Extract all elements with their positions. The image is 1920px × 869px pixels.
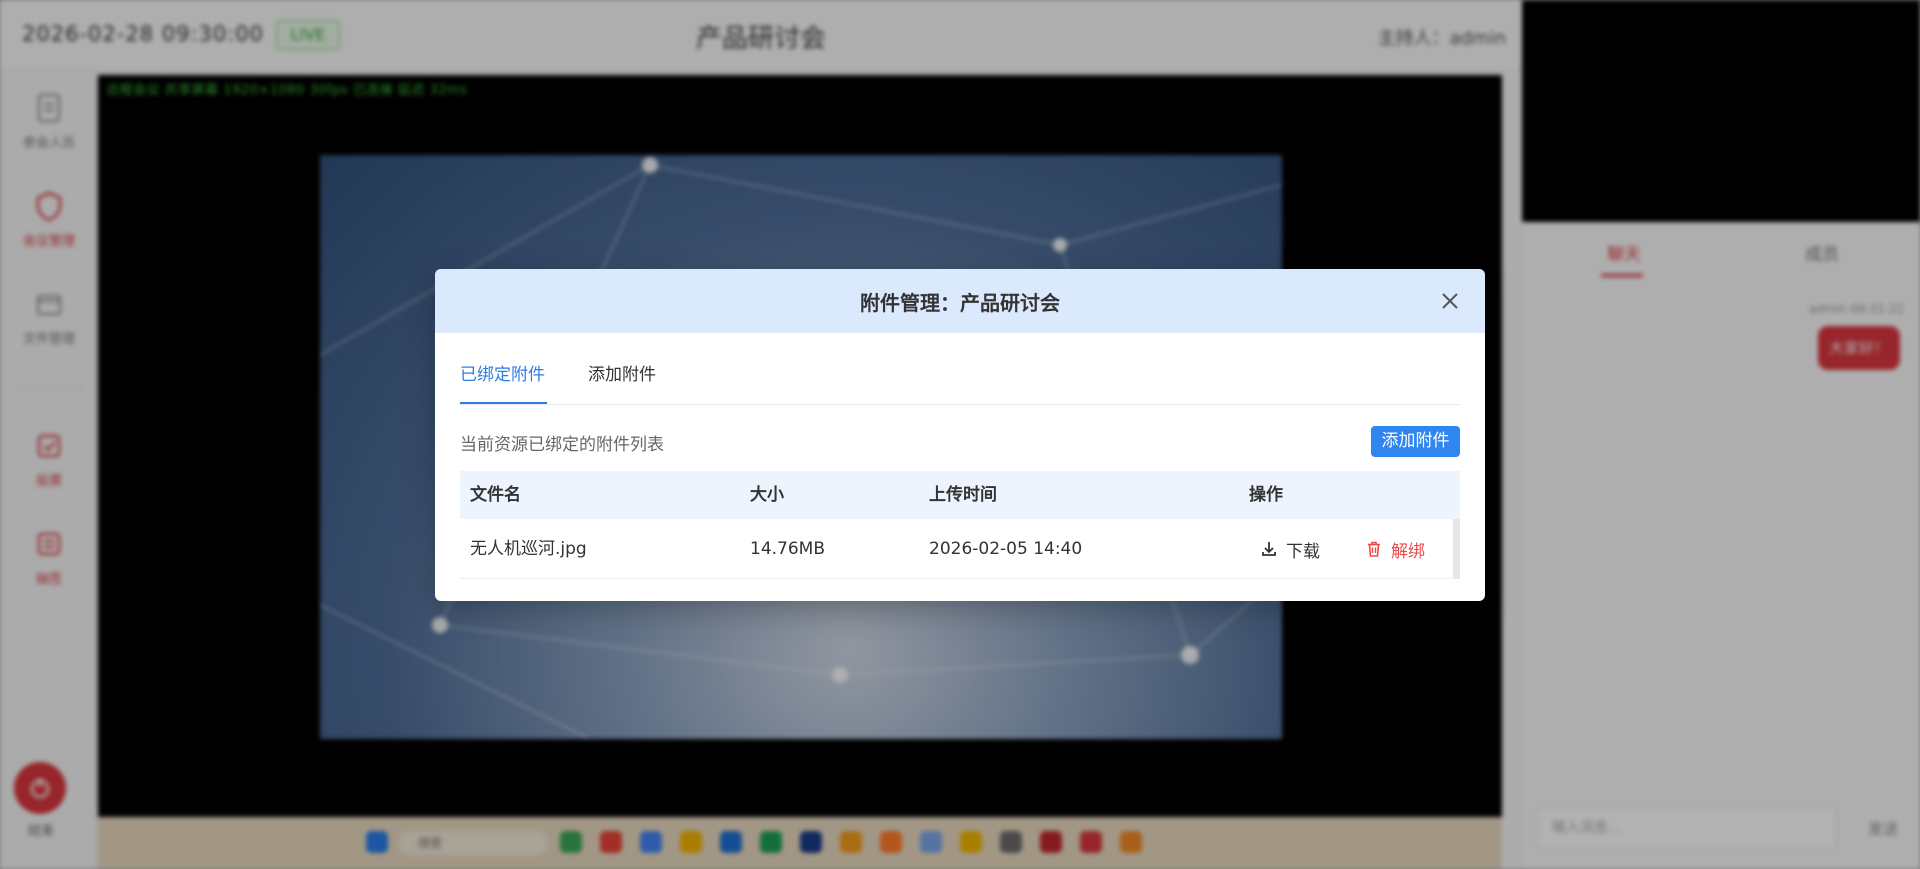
add-attachment-button[interactable]: 添加附件 (1371, 426, 1460, 457)
column-header-size: 大小 (750, 485, 784, 505)
attachment-table: 文件名 大小 上传时间 操作 无人机巡河.jpg 14.76MB 2026-02… (460, 471, 1460, 579)
table-row: 无人机巡河.jpg 14.76MB 2026-02-05 14:40 下载 解绑 (460, 519, 1460, 579)
column-header-upload-time: 上传时间 (929, 485, 997, 505)
attachment-dialog: 附件管理：产品研讨会 已绑定附件 添加附件 当前资源已绑定的附件列表 添加附件 … (435, 269, 1485, 601)
dialog-header: 附件管理：产品研讨会 (435, 269, 1485, 333)
dialog-tabs: 已绑定附件 添加附件 (460, 359, 1460, 405)
cell-size: 14.76MB (750, 539, 825, 559)
download-icon (1262, 542, 1276, 556)
cell-filename: 无人机巡河.jpg (470, 539, 587, 559)
close-button[interactable] (1436, 287, 1464, 315)
column-header-actions: 操作 (1249, 485, 1283, 505)
tab-bound-attachments[interactable]: 已绑定附件 (460, 359, 545, 405)
column-header-filename: 文件名 (470, 485, 521, 505)
trash-icon (1368, 541, 1380, 557)
tab-add-attachment[interactable]: 添加附件 (588, 359, 656, 405)
download-button[interactable]: 下载 (1260, 537, 1320, 562)
unbind-button[interactable]: 解绑 (1365, 537, 1425, 562)
cell-upload-time: 2026-02-05 14:40 (929, 539, 1083, 559)
table-scrollbar[interactable] (1453, 519, 1460, 579)
list-description: 当前资源已绑定的附件列表 (460, 435, 664, 455)
close-icon (1442, 293, 1458, 309)
unbind-label: 解绑 (1391, 541, 1425, 562)
table-header: 文件名 大小 上传时间 操作 (460, 471, 1460, 519)
dialog-title: 附件管理：产品研讨会 (860, 291, 1060, 315)
download-label: 下载 (1286, 541, 1320, 562)
active-tab-indicator (460, 402, 547, 404)
